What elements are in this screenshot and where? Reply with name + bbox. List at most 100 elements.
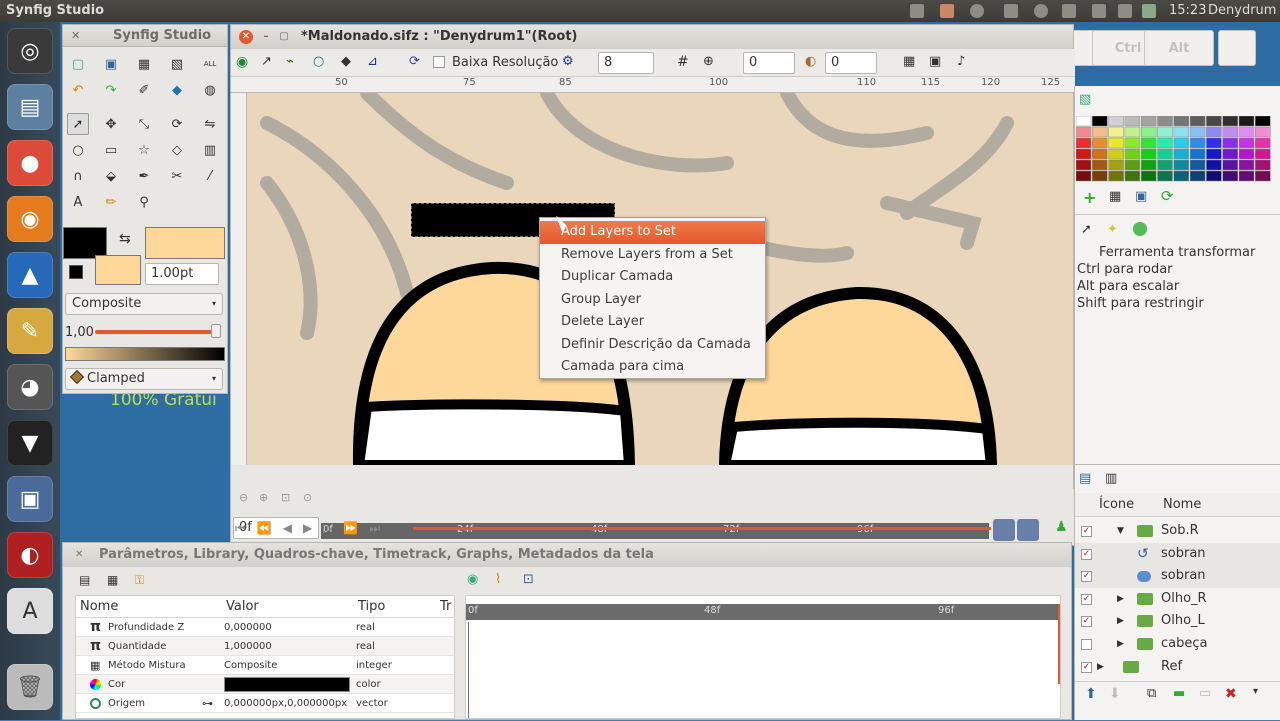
eyedrop-tool-icon[interactable]: ⁄	[199, 165, 221, 187]
width-handle-icon[interactable]: ◆	[341, 54, 351, 69]
swap-colors-icon[interactable]: ⇆	[119, 231, 131, 247]
menu-item-raise-layer[interactable]: Camada para cima	[540, 356, 765, 379]
sketch-tool-icon[interactable]: ✏	[100, 191, 122, 213]
zoom-tool-icon[interactable]: ⚲	[133, 191, 155, 213]
zoom-out-icon[interactable]: ⊖	[239, 491, 248, 504]
palette-swatch[interactable]	[1206, 116, 1222, 127]
gimp-icon[interactable]: ◕	[7, 364, 53, 410]
palette-swatch[interactable]	[1157, 170, 1173, 182]
render-icon[interactable]: ▦	[903, 54, 915, 69]
amount-slider[interactable]	[95, 330, 217, 334]
palette-swatch[interactable]	[1076, 159, 1092, 171]
inkscape-icon[interactable]: ▲	[7, 252, 53, 298]
fill-color-swatch-small[interactable]	[95, 255, 141, 285]
palette-swatch[interactable]	[1189, 170, 1206, 182]
palette-swatch[interactable]	[1238, 170, 1255, 182]
menu-item-duplicate-layer[interactable]: Duplicar Camada	[540, 266, 765, 289]
palette-swatch[interactable]	[1124, 170, 1141, 182]
palette-swatch[interactable]	[1108, 126, 1124, 138]
reset-colors-icon[interactable]	[69, 265, 83, 279]
link-icon[interactable]: ⊶	[202, 694, 213, 713]
past-onion-input[interactable]: 0	[743, 52, 795, 74]
layer-row[interactable]: ✓ ▶ Olho_L	[1075, 610, 1280, 633]
palette-swatch[interactable]	[1140, 116, 1157, 127]
inkscape-alt-icon[interactable]: ▼	[7, 420, 53, 466]
expand-icon[interactable]: ▶	[1117, 610, 1124, 632]
palette-swatch[interactable]	[1108, 148, 1124, 160]
layers-tab-icon[interactable]: ▤	[1079, 471, 1091, 486]
expand-icon[interactable]: ▶	[1117, 633, 1124, 655]
snap-icon[interactable]: ⊕	[703, 54, 714, 69]
param-row[interactable]: Origem ⊶ 0,000000px,0,000000px vector	[76, 694, 454, 713]
workspace-icon[interactable]	[910, 4, 924, 18]
save-palette-icon[interactable]: ▦	[1109, 189, 1121, 204]
palette-swatch[interactable]	[1140, 137, 1157, 149]
bluetooth-icon[interactable]	[1034, 4, 1048, 18]
quality-input[interactable]: 8	[598, 52, 654, 74]
zoom-100-icon[interactable]: ⊙	[303, 491, 312, 504]
radius-handle-icon[interactable]: ○	[313, 54, 324, 69]
smooth-move-tool-icon[interactable]: ✥	[100, 113, 122, 135]
palette-swatch[interactable]	[1092, 126, 1108, 138]
param-row[interactable]: ▦ Método Mistura Composite integer	[76, 656, 454, 675]
palette-swatch[interactable]	[1092, 170, 1108, 182]
raise-layer-icon[interactable]: ⬆	[1085, 686, 1097, 702]
minimize-icon[interactable]: –	[259, 30, 273, 44]
duplicate-layer-icon[interactable]: ⧉	[1147, 686, 1156, 701]
gradient-tool-icon[interactable]: ◇	[166, 139, 188, 161]
paint-icon[interactable]	[940, 4, 954, 18]
preview-icon[interactable]: ◍	[199, 79, 221, 101]
palette-swatch[interactable]	[1206, 170, 1222, 182]
palette-swatch[interactable]	[1222, 137, 1238, 149]
timetrack[interactable]: 0f 48f 96f	[465, 595, 1061, 719]
new-file-icon[interactable]: ▢	[67, 53, 89, 75]
col-name[interactable]: Nome	[80, 596, 118, 618]
palette-swatch[interactable]	[1076, 126, 1092, 138]
palette-swatch[interactable]	[1124, 137, 1141, 149]
palette-swatch[interactable]	[1189, 159, 1206, 171]
param-value[interactable]: Composite	[224, 656, 277, 675]
palette-tab-icon[interactable]: ▧	[1079, 92, 1095, 108]
palette-swatch[interactable]	[1076, 116, 1092, 127]
trash-icon[interactable]: 🗑	[7, 664, 53, 710]
palette-swatch[interactable]	[1222, 126, 1238, 138]
palette-swatch[interactable]	[1108, 159, 1124, 171]
palette-swatch[interactable]	[1238, 159, 1255, 171]
palette-swatch[interactable]	[1124, 159, 1141, 171]
layer-checkbox[interactable]: ✓	[1081, 593, 1092, 605]
star-tool-icon[interactable]: ☆	[133, 139, 155, 161]
palette-swatch[interactable]	[1157, 159, 1173, 171]
mirror-tool-icon[interactable]: ⇋	[199, 113, 221, 135]
close-icon[interactable]: ✕	[239, 30, 253, 44]
chrome-icon[interactable]: ●	[7, 140, 53, 186]
tangent-handle-icon[interactable]: ⌁	[286, 54, 294, 69]
gradient-swatch[interactable]	[65, 347, 225, 361]
network-icon[interactable]	[1004, 4, 1018, 18]
expand-icon[interactable]: ▶	[1097, 656, 1104, 678]
palette-swatch[interactable]	[1108, 170, 1124, 182]
position-handle-icon[interactable]: ↗	[261, 54, 272, 69]
palette-swatch[interactable]	[1173, 116, 1190, 127]
dash-icon[interactable]: ◎	[7, 28, 53, 74]
amount-slider-handle[interactable]	[211, 324, 221, 338]
layer-row[interactable]: ✓ ▶ Olho_R	[1075, 588, 1280, 611]
palette-swatch[interactable]	[1124, 126, 1141, 138]
palette-swatch[interactable]	[1140, 170, 1157, 182]
layer-checkbox[interactable]	[1081, 638, 1092, 650]
add-color-icon[interactable]: +	[1083, 188, 1096, 207]
param-row[interactable]: π Quantidade 1,000000 real	[76, 637, 454, 656]
person-icon[interactable]: ♟	[1055, 519, 1068, 535]
cloud-icon[interactable]	[970, 4, 984, 18]
close-icon[interactable]: ✕	[75, 543, 83, 567]
layer-checkbox[interactable]: ✓	[1081, 661, 1092, 673]
palette-swatch[interactable]	[1076, 170, 1092, 182]
palette-swatch[interactable]	[1255, 126, 1271, 138]
palette-swatch[interactable]	[1140, 126, 1157, 138]
angle-handle-icon[interactable]: ⊿	[367, 54, 378, 69]
palette-swatch[interactable]	[1124, 148, 1141, 160]
palette-swatch[interactable]	[1206, 159, 1222, 171]
col-type[interactable]: Tipo	[358, 596, 385, 618]
menu-item-delete-layer[interactable]: Delete Layer	[540, 311, 765, 334]
palette-swatch[interactable]	[1157, 116, 1173, 127]
group-layer-icon[interactable]: ▬	[1173, 686, 1185, 701]
